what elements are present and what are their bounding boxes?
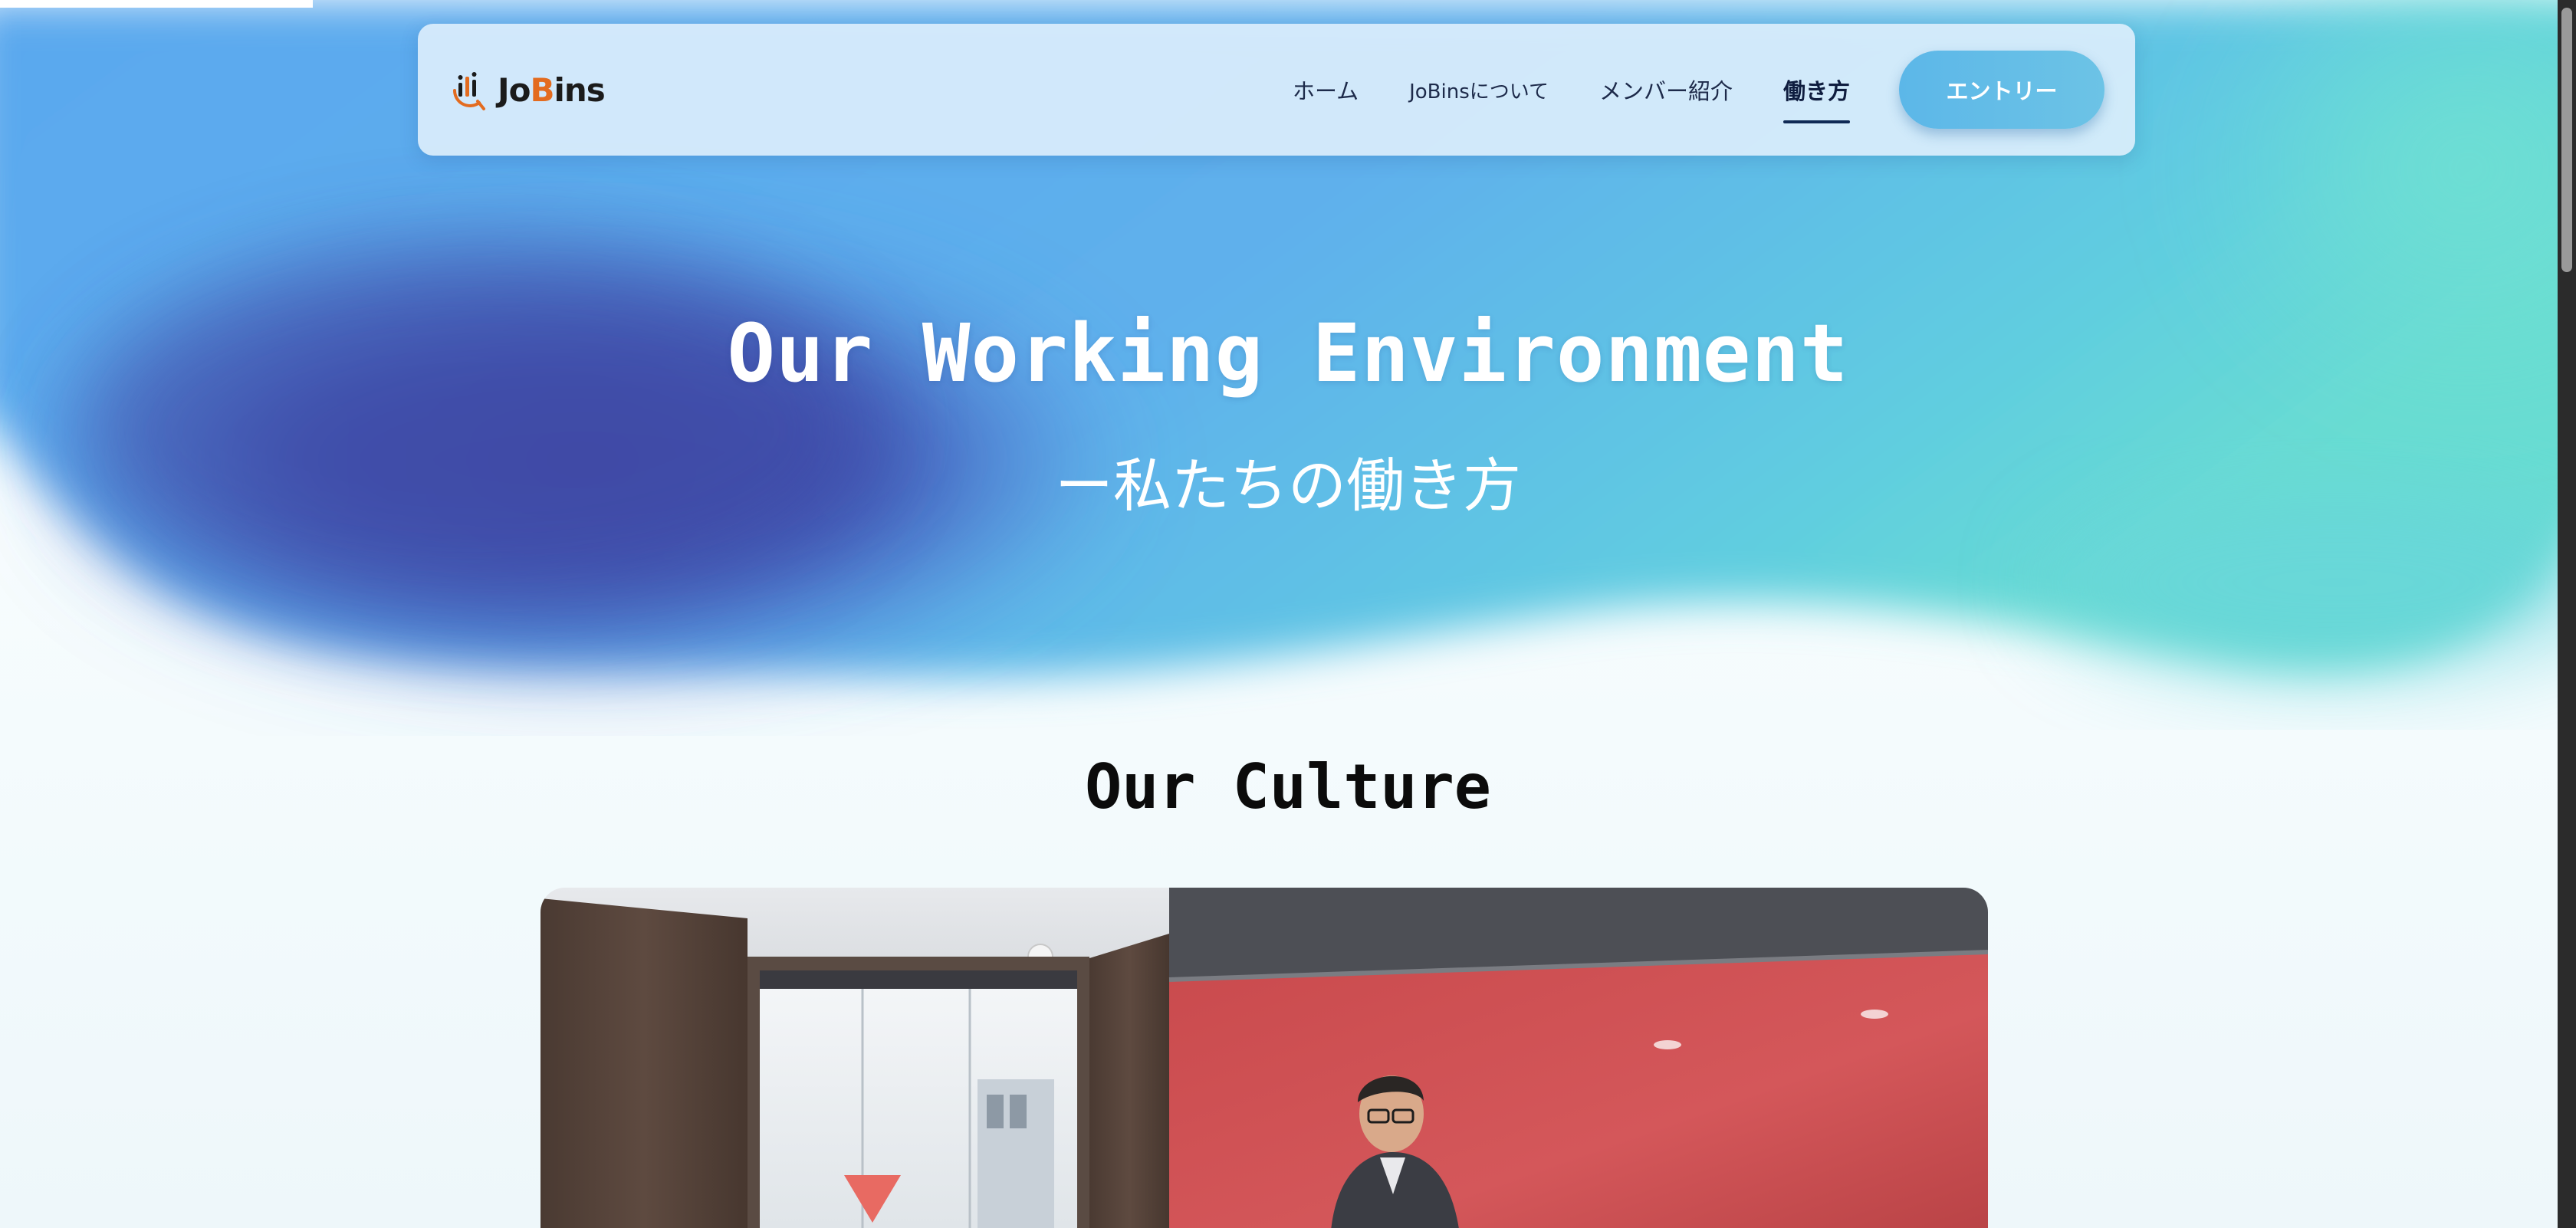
nav-item-members[interactable]: メンバー紹介 (1599, 24, 1733, 156)
top-left-strip (0, 0, 313, 8)
nav-item-about[interactable]: JoBinsについて (1409, 24, 1549, 156)
hero-title: Our Working Environment (727, 307, 1849, 400)
logo-text: JoBins (498, 71, 606, 109)
site-logo[interactable]: JoBins (449, 67, 606, 112)
page: JoBins ホーム JoBinsについて メンバー紹介 働き方 エントリー O… (0, 0, 2576, 1228)
culture-section-title: Our Culture (1085, 751, 1491, 822)
culture-photo (540, 888, 1988, 1228)
nav-item-home[interactable]: ホーム (1293, 24, 1359, 156)
entry-button[interactable]: エントリー (1899, 51, 2104, 129)
nav-item-working-style[interactable]: 働き方 (1783, 24, 1850, 156)
main-nav: ホーム JoBinsについて メンバー紹介 働き方 エントリー (1242, 24, 2104, 156)
vertical-scrollbar[interactable] (2558, 0, 2576, 1228)
active-nav-underline (1783, 120, 1850, 123)
site-header: JoBins ホーム JoBinsについて メンバー紹介 働き方 エントリー (418, 24, 2135, 156)
hero-subtitle: ー私たちの働き方 (1055, 451, 1521, 520)
jobins-logo-icon (453, 72, 485, 110)
scrollbar-thumb[interactable] (2561, 8, 2572, 272)
